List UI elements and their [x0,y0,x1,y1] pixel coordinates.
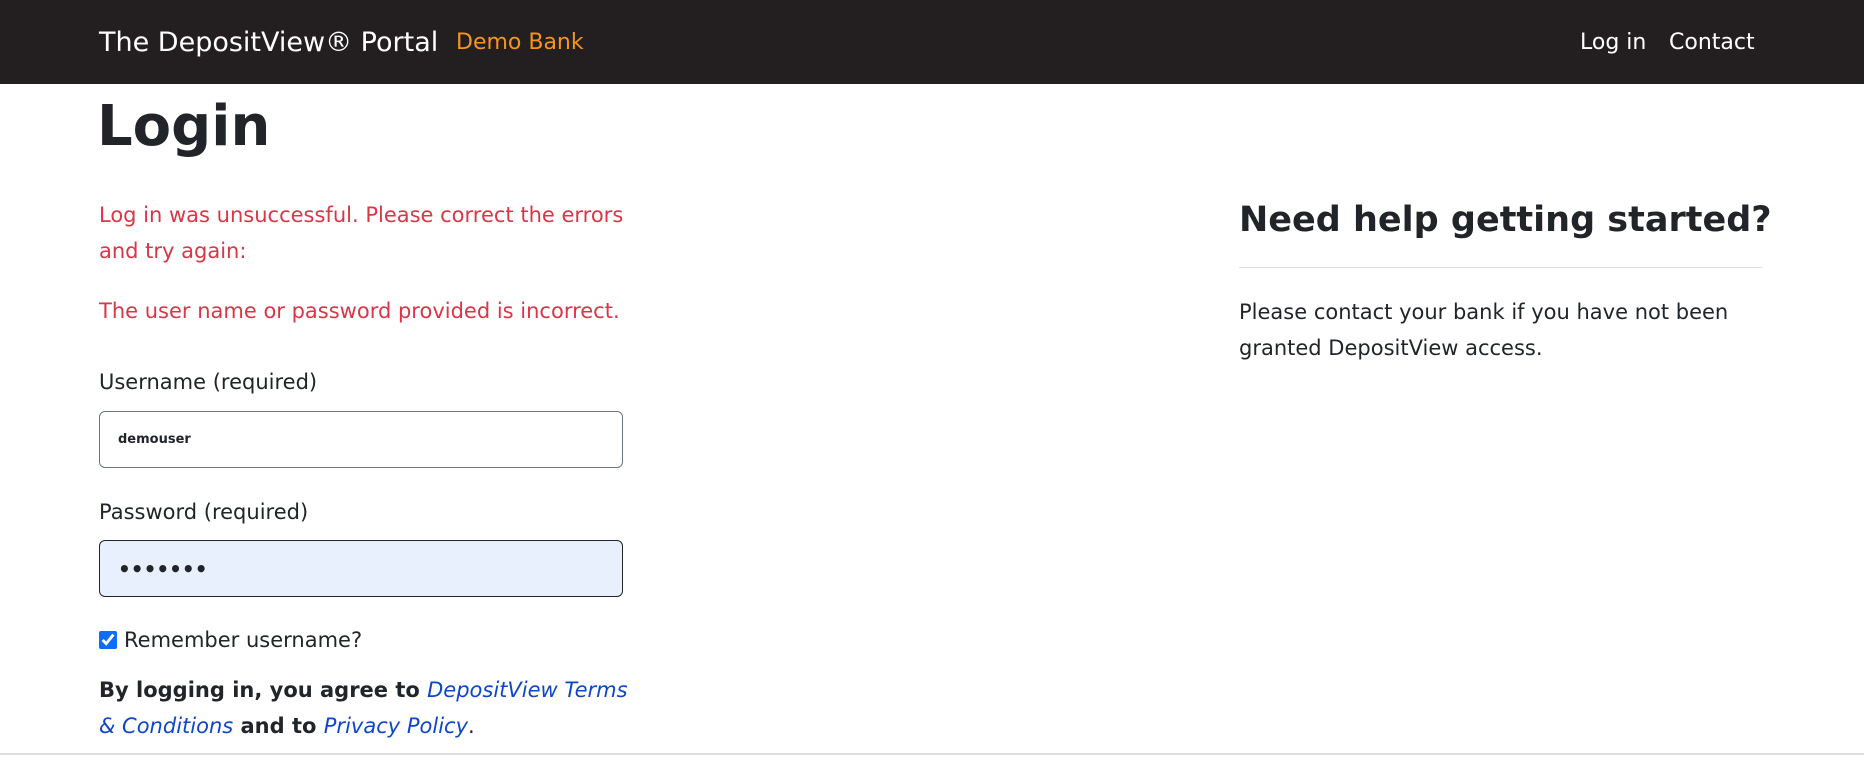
agreement-suffix: . [468,714,475,738]
help-text: Please contact your bank if you have not… [1239,300,1729,360]
agreement-prefix: By logging in, you agree to [99,678,428,702]
page-bottom-divider [0,753,1864,755]
username-input[interactable] [99,411,623,468]
password-input[interactable] [99,540,623,597]
portal-brand[interactable]: The DepositView® Portal [99,0,438,84]
nav-login-link[interactable]: Log in [1580,0,1646,84]
bank-name: Demo Bank [456,30,584,55]
page-title: Login [97,94,271,159]
help-heading: Need help getting started? [1239,200,1772,240]
terms-agreement: By logging in, you agree to DepositView … [99,672,639,744]
top-navbar: The DepositView® Portal Demo Bank Log in… [0,0,1864,84]
remember-username-row: Remember username? [99,625,362,655]
login-error-detail: The user name or password provided is in… [99,299,620,323]
nav-contact-link[interactable]: Contact [1669,0,1755,84]
privacy-policy-link[interactable]: Privacy Policy [324,714,468,738]
password-label: Password (required) [99,500,309,524]
agreement-middle: and to [233,714,324,738]
login-error-summary: Log in was unsuccessful. Please correct … [99,203,624,263]
username-label: Username (required) [99,370,318,394]
remember-username-checkbox[interactable] [99,631,117,649]
help-divider [1239,267,1762,268]
remember-username-label[interactable]: Remember username? [124,625,362,655]
